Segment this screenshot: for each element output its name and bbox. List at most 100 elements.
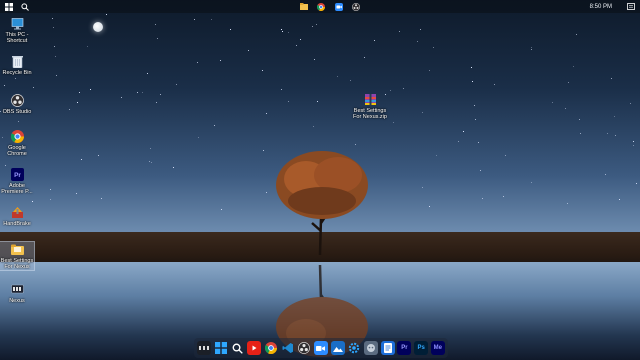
star [312,26,313,27]
desktop-icon-best-settings-folder[interactable]: Best Settings For Nexus [0,241,35,271]
windows-start-icon[interactable] [4,1,14,12]
star [429,206,430,207]
desktop-icon-label: HandBrake [3,221,31,227]
star [53,27,54,28]
star [198,137,199,138]
star [399,31,400,32]
star [262,70,263,71]
star [565,108,566,109]
moon [93,22,103,32]
star [314,59,315,60]
desktop-icon-recycle-bin[interactable]: Recycle Bin [0,54,34,76]
star [150,148,151,149]
dock-youtube-icon[interactable] [247,341,262,355]
desktop-icon-adobe-premiere[interactable]: Pr Adobe Premiere P... [0,167,34,195]
star [633,141,634,142]
obs-studio-icon [10,93,25,108]
dock-start-icon[interactable] [214,341,228,355]
star [350,80,351,81]
desktop-icon-google-chrome[interactable]: Google Chrome [0,129,34,157]
star [87,46,88,47]
star [552,102,553,103]
star [77,102,78,103]
star [471,67,472,68]
star [390,90,391,91]
dock-chrome-icon[interactable] [264,341,278,355]
star [50,199,51,200]
desktop-icon-nexus[interactable]: Nexus [0,282,34,304]
handbrake-icon [10,205,25,220]
desktop-icon-best-settings-zip[interactable]: Best Settings For Nexus.zip [352,92,388,120]
star [436,155,437,156]
star [531,182,532,183]
star [433,47,434,48]
dock-discord-icon[interactable] [364,341,379,355]
star [147,73,148,74]
star [194,19,195,20]
desktop-icon-label: OBS Studio [2,109,32,115]
star [69,109,70,110]
desktop-icon-this-pc[interactable]: This PC - Shortcut [0,16,34,44]
dock-media-encoder-icon[interactable]: Me [430,341,445,355]
search-icon[interactable] [20,1,30,12]
zoom-icon[interactable] [334,1,343,12]
dock-nexus-icon[interactable] [197,341,211,355]
dock-search-icon[interactable] [230,341,244,355]
desktop-icon-label: Best Settings For Nexus [0,258,34,270]
star [33,87,34,88]
dock-settings-icon[interactable] [347,341,361,355]
star [531,47,532,48]
desktop-icon-obs-studio[interactable]: OBS Studio [0,93,34,115]
star [5,165,6,166]
star [288,32,289,33]
obs-studio-icon[interactable] [351,1,360,12]
star [4,85,5,86]
star [121,97,122,98]
desktop-icon-label: Nexus [9,298,25,304]
star [211,19,212,20]
desktop-icon-label: Adobe Premiere P... [1,183,33,195]
file-explorer-icon[interactable] [299,1,308,12]
chrome-icon[interactable] [316,1,325,12]
dock-photoshop-icon[interactable]: Ps [414,341,429,355]
star [605,174,606,175]
desktop-icon-label: Google Chrome [7,145,27,157]
star [316,24,317,25]
star [156,102,157,103]
star [429,70,430,71]
star [480,170,481,171]
star [214,125,215,126]
star [503,196,504,197]
star [403,88,404,89]
star [417,41,418,42]
star [611,78,612,79]
star [197,62,198,63]
star [374,40,375,41]
desktop-icon-handbrake[interactable]: HandBrake [0,205,34,227]
star [52,18,53,19]
star [633,145,634,146]
computer-icon [10,16,25,31]
star [615,135,616,136]
star [32,201,33,202]
star [56,75,57,76]
star [478,142,479,143]
dock-obs-icon[interactable] [297,341,311,355]
star [458,141,459,142]
star [263,150,264,151]
nexus-icon [10,282,25,297]
star [296,45,297,46]
star [619,199,620,200]
desktop-icon-label: Recycle Bin [2,70,32,76]
star [142,92,143,93]
desktop [0,0,640,360]
dock-photos-icon[interactable] [330,341,345,355]
dock-premiere-icon[interactable]: Pr [397,341,412,355]
notification-icon[interactable] [626,1,636,12]
dock-docs-icon[interactable] [380,341,395,355]
dock-zoom-icon[interactable] [313,341,328,355]
star [482,198,483,199]
star [494,84,495,85]
star [568,82,569,83]
dock-vscode-icon[interactable] [281,341,295,355]
